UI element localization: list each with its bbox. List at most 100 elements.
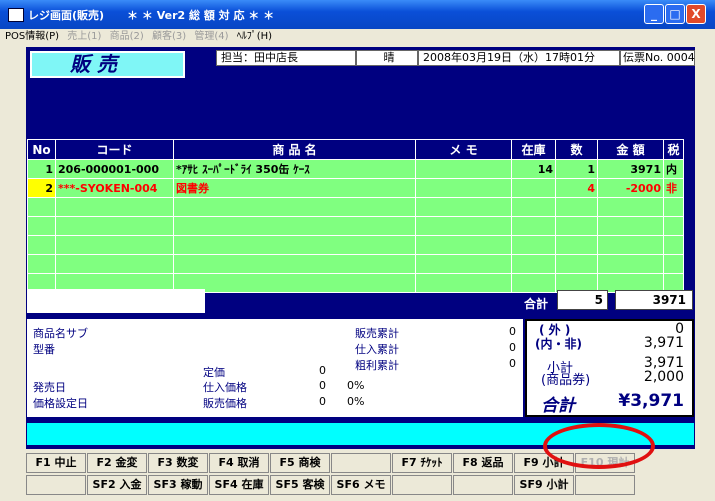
sf9-subtotal-button[interactable]: SF9 小計 (514, 475, 574, 495)
table-row[interactable]: 2 ***-SYOKEN-004 図書券 4 -2000 非 (27, 178, 684, 198)
row-no[interactable]: 2 (27, 178, 56, 198)
gross-total-label: 粗利累計 (355, 359, 399, 372)
total-label: 合計 (524, 297, 549, 311)
sf5-customer-search-button[interactable]: SF5 客検 (270, 475, 330, 495)
menu-help[interactable]: ﾍﾙﾌﾟ(H) (237, 29, 272, 45)
sf8-button[interactable] (453, 475, 513, 495)
minimize-button[interactable]: _ (644, 4, 664, 24)
sf6-memo-button[interactable]: SF6 メモ (331, 475, 391, 495)
col-tax: 税 (663, 139, 684, 160)
f5-product-search-button[interactable]: F5 商検 (270, 453, 330, 473)
row-code[interactable]: ***-SYOKEN-004 (55, 178, 174, 198)
table-row[interactable] (27, 254, 684, 274)
price-date-label: 価格設定日 (33, 397, 88, 410)
row-memo[interactable] (415, 178, 512, 198)
purchase-total-value: 0 (509, 341, 516, 354)
purchase-price-value: 0 (319, 379, 326, 392)
gross-total-value: 0 (509, 357, 516, 370)
purchase-pct: 0% (347, 379, 365, 392)
row-qty[interactable]: 4 (555, 178, 598, 198)
sales-total-label: 販売累計 (355, 327, 399, 340)
row-tax[interactable]: 非 (663, 178, 684, 198)
sale-price-value: 0 (319, 395, 326, 408)
row-code[interactable]: 206-000001-000 (55, 159, 174, 179)
title-bar[interactable]: レジ画面(販売) ＊ ＊ Ver2 総 額 対 応 ＊ ＊ _ □ X (0, 0, 715, 29)
staff-field: 担当：田中店長 (216, 50, 356, 66)
f2-price-change-button[interactable]: F2 金変 (87, 453, 147, 473)
voucher-value: 2,000 (643, 369, 684, 385)
list-price-label: 定価 (203, 366, 225, 379)
inner-tax-value: 3,971 (643, 335, 684, 351)
menu-bar: POS情報(P) 売上(1) 商品(2) 顧客(3) 管理(4) ﾍﾙﾌﾟ(H) (0, 29, 715, 45)
mode-label: 販 売 (30, 51, 185, 78)
row-name[interactable]: 図書券 (173, 178, 416, 198)
list-price-value: 0 (319, 364, 326, 377)
f1-cancel-button[interactable]: F1 中止 (26, 453, 86, 473)
sf7-button[interactable] (392, 475, 452, 495)
sf3-operation-button[interactable]: SF3 稼動 (148, 475, 208, 495)
table-row[interactable] (27, 235, 684, 255)
row-name[interactable]: *ｱｻﾋ ｽｰﾊﾟｰﾄﾞﾗｲ 350缶 ｹｰｽ (173, 159, 416, 179)
weather-field: 晴 (356, 50, 418, 66)
table-row[interactable]: 1 206-000001-000 *ｱｻﾋ ｽｰﾊﾟｰﾄﾞﾗｲ 350缶 ｹｰｽ… (27, 159, 684, 179)
col-stock: 在庫 (511, 139, 556, 160)
col-amount: 金 額 (597, 139, 664, 160)
menu-products[interactable]: 商品(2) (110, 29, 144, 45)
col-name: 商 品 名 (173, 139, 416, 160)
menu-pos-info[interactable]: POS情報(P) (5, 29, 59, 45)
grand-total-value: ¥3,971 (618, 391, 684, 411)
row-no[interactable]: 1 (27, 159, 56, 179)
slip-label: 伝票No. (623, 51, 664, 64)
maximize-button[interactable]: □ (665, 4, 685, 24)
row-amount[interactable]: 3971 (597, 159, 664, 179)
table-row[interactable] (27, 197, 684, 217)
window-subtitle: ＊ ＊ Ver2 総 額 対 応 ＊ ＊ (127, 9, 275, 22)
product-sub-label: 商品名サブ (33, 327, 88, 340)
f6-button[interactable] (331, 453, 391, 473)
pos-window: レジ画面(販売) ＊ ＊ Ver2 総 額 対 応 ＊ ＊ _ □ X POS情… (0, 0, 715, 501)
f4-delete-button[interactable]: F4 取消 (209, 453, 269, 473)
sale-price-label: 販売価格 (203, 397, 247, 410)
table-row[interactable] (27, 216, 684, 236)
inner-tax-label: (内・非) (535, 337, 582, 351)
input-box[interactable] (27, 289, 205, 313)
f7-ticket-button[interactable]: F7 ﾁｹｯﾄ (392, 453, 452, 473)
datetime-field: 2008年03月19日（水）17時01分 (418, 50, 620, 66)
col-qty: 数 (555, 139, 598, 160)
sales-total-value: 0 (509, 325, 516, 338)
menu-customers[interactable]: 顧客(3) (152, 29, 186, 45)
sale-pct: 0% (347, 395, 365, 408)
row-stock[interactable] (511, 178, 556, 198)
col-memo: メ モ (415, 139, 512, 160)
row-tax[interactable]: 内 (663, 159, 684, 179)
sf10-button[interactable] (575, 475, 635, 495)
highlight-circle (543, 423, 655, 469)
f8-return-button[interactable]: F8 返品 (453, 453, 513, 473)
app-icon (8, 8, 24, 22)
table-header: No コード 商 品 名 メ モ 在庫 数 金 額 税 (27, 139, 684, 160)
col-no: No (27, 139, 56, 160)
row-amount[interactable]: -2000 (597, 178, 664, 198)
menu-admin[interactable]: 管理(4) (194, 29, 228, 45)
grand-total-label: 合計 (541, 396, 575, 416)
total-amount: 3971 (615, 290, 693, 310)
slip-number-field: 伝票No. 0004 (620, 50, 695, 66)
row-qty[interactable]: 1 (555, 159, 598, 179)
sf1-button[interactable] (26, 475, 86, 495)
col-code: コード (55, 139, 174, 160)
line-items-table: No コード 商 品 名 メ モ 在庫 数 金 額 税 1 206-000001… (27, 139, 684, 293)
product-info-panel: 商品名サブ 型番 定価 0 発売日 仕入価格 0 0% 価格設定日 販売価格 0… (27, 319, 523, 417)
close-button[interactable]: X (686, 4, 706, 24)
row-memo[interactable] (415, 159, 512, 179)
row-stock[interactable]: 14 (511, 159, 556, 179)
slip-number: 0004 (666, 51, 695, 64)
voucher-label: (商品券) (541, 373, 591, 388)
sf2-deposit-button[interactable]: SF2 入金 (87, 475, 147, 495)
menu-sales[interactable]: 売上(1) (67, 29, 101, 45)
window-title-text: レジ画面(販売) (28, 9, 105, 22)
purchase-total-label: 仕入累計 (355, 343, 399, 356)
f3-qty-change-button[interactable]: F3 数変 (148, 453, 208, 473)
purchase-price-label: 仕入価格 (203, 381, 247, 394)
sf4-stock-button[interactable]: SF4 在庫 (209, 475, 269, 495)
model-label: 型番 (33, 343, 55, 356)
